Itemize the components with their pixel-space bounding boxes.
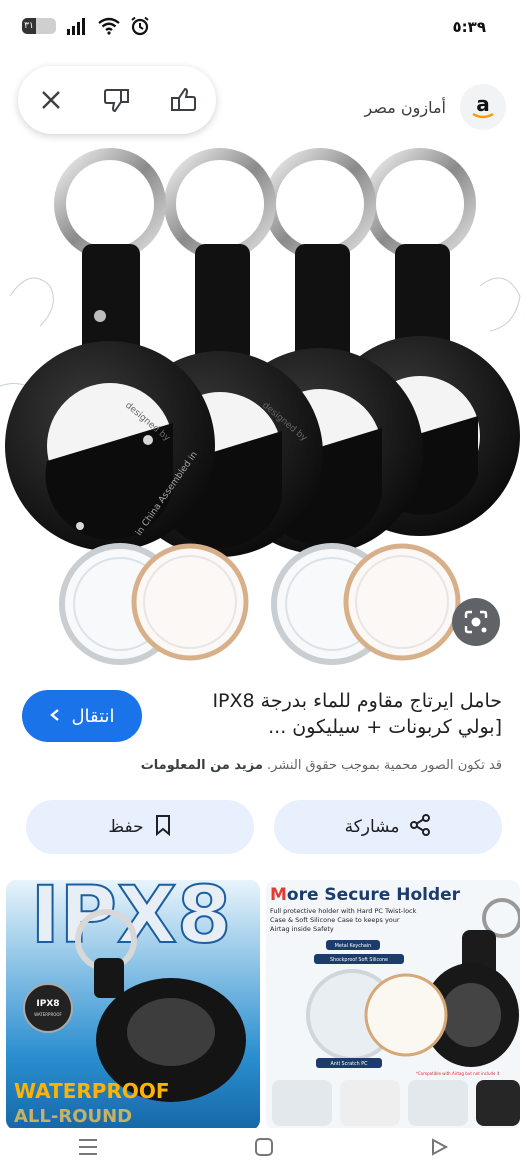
airtag-holders-illustration: designed by designed by in China Assembl…: [0, 148, 521, 665]
visit-label: انتقال: [71, 705, 115, 727]
signal-icon: [67, 18, 85, 35]
battery-level: ٣١: [22, 18, 36, 34]
holder-1: [5, 148, 215, 551]
secure-holder-heading: ore Secure Holder: [287, 885, 461, 905]
copyright-text: قد تكون الصور محمية بموجب حقوق النشر.: [267, 758, 502, 773]
all-round-label: ALL-ROUND: [14, 1106, 132, 1127]
source-name: أمازون مصر: [364, 97, 446, 117]
desc-line-3: Airtag inside Safety: [270, 925, 334, 933]
battery-icon: ٣١: [22, 18, 56, 34]
amazon-logo-letter: a: [476, 92, 490, 116]
home-icon[interactable]: [254, 1137, 274, 1161]
bookmark-icon: [154, 814, 172, 841]
callout-anti-scratch: Anti Scratch PC: [331, 1061, 369, 1067]
amazon-logo-icon: a: [460, 84, 506, 130]
save-label: حفظ: [108, 817, 144, 837]
result-title[interactable]: حامل ايرتاج مقاوم للماء بدرجة IPX8 [بولي…: [182, 688, 502, 740]
save-button[interactable]: حفظ: [26, 800, 254, 854]
ipx8-badge: IPX8: [36, 999, 59, 1009]
close-icon[interactable]: [29, 78, 73, 122]
share-button[interactable]: مشاركة: [274, 800, 502, 854]
desc-line-1: Full protective holder with Hard PC Twis…: [270, 907, 417, 915]
wifi-icon: [98, 17, 120, 35]
svg-text:More Secure Holder: More Secure Holder: [270, 885, 461, 905]
recent-apps-icon[interactable]: [77, 1138, 99, 1160]
callout-metal-keychain: Metal Keychain: [335, 943, 371, 949]
copyright-notice: قد تكون الصور محمية بموجب حقوق النشر. مز…: [141, 758, 502, 773]
thumbs-up-icon[interactable]: [161, 78, 205, 122]
clear-cases: [59, 543, 461, 665]
feedback-bar: [18, 66, 216, 134]
chevron-left-icon: [49, 706, 61, 727]
share-icon: [409, 813, 431, 841]
ipx8-badge-sub: WATERPROOF: [34, 1012, 62, 1017]
alarm-icon: [131, 16, 149, 36]
status-time: ٥:٣٩: [452, 18, 486, 36]
more-info-link[interactable]: مزيد من المعلومات: [141, 758, 263, 773]
waterproof-label: WATERPROOF: [14, 1079, 170, 1103]
heading-initial: M: [270, 885, 287, 905]
product-image[interactable]: designed by designed by in China Assembl…: [0, 56, 526, 676]
status-icons: ٣١: [22, 16, 150, 36]
share-label: مشاركة: [344, 817, 400, 837]
visit-button[interactable]: انتقال: [22, 690, 142, 742]
back-icon[interactable]: [429, 1137, 449, 1161]
lens-icon: [464, 610, 488, 634]
thumbs-down-icon[interactable]: [95, 78, 139, 122]
system-nav-bar: [0, 1128, 526, 1169]
compat-footnote: *Compatible with Airtag but not include …: [416, 1071, 500, 1076]
desc-line-2: Case & Soft Silicone Case to keeps your: [270, 916, 400, 924]
related-image-right[interactable]: More Secure Holder Full protective holde…: [266, 880, 520, 1130]
lens-search-button[interactable]: [452, 598, 500, 646]
callout-soft-silicone: Shockproof Soft Silicone: [330, 957, 388, 963]
related-image-left[interactable]: IPX8 IPX8 WATERPROOF WATERPROOF ALL-ROUN…: [6, 880, 260, 1130]
status-bar: ٣١ ٥:٣٩: [0, 0, 526, 56]
source-site[interactable]: أمازون مصر a: [365, 84, 506, 130]
